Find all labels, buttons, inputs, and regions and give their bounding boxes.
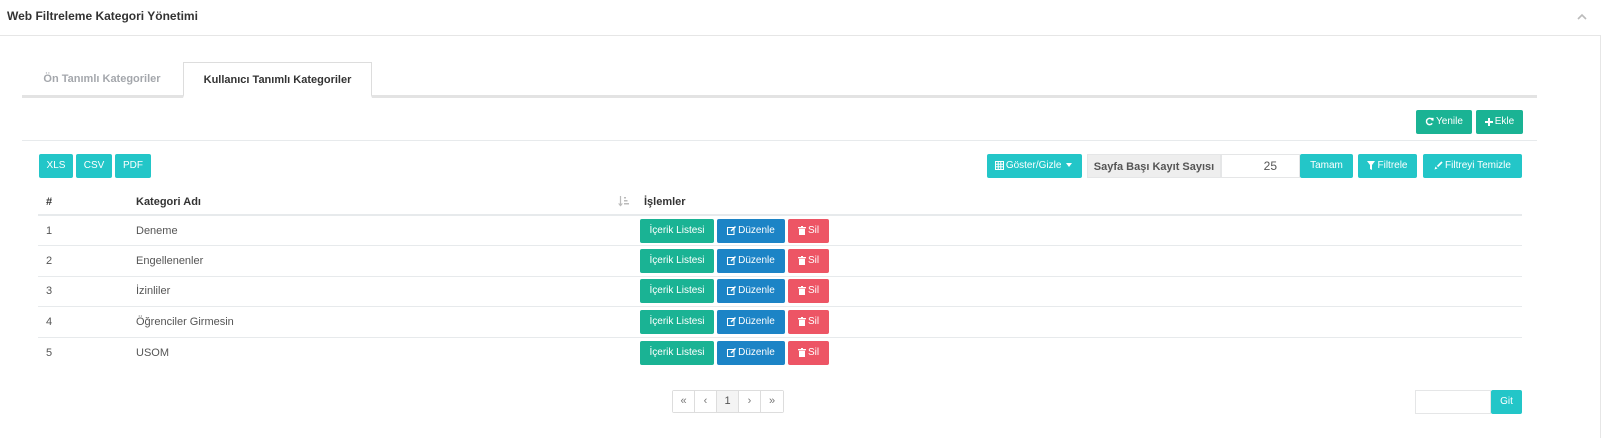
- export-xls-button[interactable]: XLS: [39, 154, 73, 178]
- row-actions: İçerik Listesi Düzenle Sil: [636, 275, 1522, 307]
- delete-label: Sil: [807, 285, 820, 297]
- caret-down-icon: [1066, 163, 1073, 167]
- delete-button[interactable]: Sil: [788, 340, 829, 365]
- edit-icon: [727, 225, 737, 235]
- clear-filter-label: Filtreyi Temizle: [1445, 160, 1511, 171]
- edit-label: Düzenle: [738, 315, 775, 327]
- row-category-name: USOM: [128, 336, 636, 368]
- row-actions: İçerik Listesi Düzenle Sil: [636, 215, 1522, 246]
- table-row: 3 İzinliler İçerik Listesi Düzenle Sil: [38, 275, 1522, 307]
- edit-button[interactable]: Düzenle: [717, 309, 785, 334]
- add-label: Ekle: [1494, 116, 1515, 127]
- content-list-button[interactable]: İçerik Listesi: [640, 340, 714, 365]
- tab-bar: Ön Tanımlı Kategoriler Kullanıcı Tanımlı…: [22, 62, 1537, 98]
- clear-filter-button[interactable]: Filtreyi Temizle: [1423, 154, 1522, 178]
- table-row: 2 Engellenenler İçerik Listesi Düzenle Sil: [38, 245, 1522, 276]
- page-size-input[interactable]: [1221, 154, 1300, 178]
- content-list-button[interactable]: İçerik Listesi: [640, 309, 714, 334]
- category-name-header-label: Kategori Adı: [136, 196, 201, 208]
- chevron-up-icon[interactable]: [1575, 10, 1589, 24]
- plus-icon: [1484, 118, 1493, 126]
- content-list-button[interactable]: İçerik Listesi: [640, 279, 714, 304]
- page-size-label: Sayfa Başı Kayıt Sayısı: [1087, 154, 1221, 178]
- edit-icon: [727, 286, 737, 296]
- add-button[interactable]: Ekle: [1476, 110, 1523, 134]
- brush-icon: [1434, 161, 1443, 170]
- refresh-icon: [1425, 117, 1434, 126]
- row-actions: İçerik Listesi Düzenle Sil: [636, 336, 1522, 368]
- trash-icon: [797, 347, 806, 357]
- row-actions: İçerik Listesi Düzenle Sil: [636, 306, 1522, 337]
- column-header-number[interactable]: #: [38, 190, 128, 216]
- refresh-button[interactable]: Yenile: [1416, 110, 1472, 134]
- row-number: 5: [38, 336, 128, 368]
- row-category-name: Engellenenler: [128, 245, 636, 276]
- filter-icon: [1367, 161, 1376, 170]
- sort-icon[interactable]: [618, 196, 630, 207]
- trash-icon: [797, 316, 806, 326]
- column-header-actions: İşlemler: [636, 190, 1522, 216]
- edit-label: Düzenle: [738, 285, 775, 297]
- edit-label: Düzenle: [738, 224, 775, 236]
- tab-predefined-categories[interactable]: Ön Tanımlı Kategoriler: [22, 62, 182, 97]
- edit-button[interactable]: Düzenle: [717, 279, 785, 304]
- delete-label: Sil: [807, 224, 820, 236]
- toolbar-divider: [22, 140, 1537, 141]
- row-category-name: Öğrenciler Girmesin: [128, 306, 636, 337]
- previous-page-button[interactable]: ‹: [695, 391, 717, 412]
- table-row: 5 USOM İçerik Listesi Düzenle Sil: [38, 336, 1522, 368]
- export-pdf-button[interactable]: PDF: [115, 154, 151, 178]
- content-list-button[interactable]: İçerik Listesi: [640, 248, 714, 273]
- columns-label: Göster/Gizle: [1005, 160, 1062, 171]
- row-number: 1: [46, 224, 53, 237]
- trash-icon: [797, 225, 806, 235]
- content-list-button[interactable]: İçerik Listesi: [640, 218, 714, 243]
- row-number: 4: [38, 306, 128, 337]
- edit-button[interactable]: Düzenle: [717, 340, 785, 365]
- row-actions: İçerik Listesi Düzenle Sil: [636, 245, 1522, 276]
- pagination: « ‹ 1 › »: [672, 390, 784, 413]
- trash-icon: [797, 286, 806, 296]
- column-visibility-dropdown[interactable]: Göster/Gizle: [987, 154, 1082, 178]
- column-header-category-name[interactable]: Kategori Adı: [128, 190, 636, 216]
- delete-label: Sil: [807, 254, 820, 266]
- refresh-label: Yenile: [1436, 116, 1463, 127]
- delete-button[interactable]: Sil: [788, 309, 829, 334]
- delete-label: Sil: [807, 315, 820, 327]
- panel-header: Web Filtreleme Kategori Yönetimi: [0, 0, 1601, 36]
- last-page-button[interactable]: »: [761, 391, 783, 412]
- edit-button[interactable]: Düzenle: [717, 218, 785, 243]
- table-header-row: # Kategori Adı İşlemler: [38, 190, 1522, 216]
- table-row: 1 Deneme İçerik Listesi Düzenle Sil: [38, 215, 1522, 246]
- export-csv-button[interactable]: CSV: [76, 154, 112, 178]
- page-size-ok-button[interactable]: Tamam: [1300, 154, 1353, 178]
- row-number: 3: [38, 275, 128, 307]
- goto-page-button[interactable]: Git: [1491, 390, 1522, 414]
- delete-button[interactable]: Sil: [788, 248, 829, 273]
- trash-icon: [797, 255, 806, 265]
- row-number: 2: [38, 245, 128, 276]
- edit-button[interactable]: Düzenle: [717, 248, 785, 273]
- delete-label: Sil: [807, 346, 820, 358]
- filter-label: Filtrele: [1377, 160, 1408, 171]
- current-page-button[interactable]: 1: [717, 391, 739, 412]
- tab-user-defined-categories[interactable]: Kullanıcı Tanımlı Kategoriler: [183, 62, 372, 98]
- edit-label: Düzenle: [738, 254, 775, 266]
- categories-table: # Kategori Adı İşlemler 1 Deneme İçerik …: [38, 190, 1522, 368]
- row-category-name: İzinliler: [128, 275, 636, 307]
- delete-button[interactable]: Sil: [788, 218, 829, 243]
- edit-icon: [727, 347, 737, 357]
- edit-icon: [727, 316, 737, 326]
- goto-page-input[interactable]: [1415, 390, 1491, 414]
- columns-icon: [994, 161, 1004, 170]
- edit-icon: [727, 255, 737, 265]
- row-category-name: Deneme: [136, 224, 178, 237]
- first-page-button[interactable]: «: [673, 391, 695, 412]
- table-row: 4 Öğrenciler Girmesin İçerik Listesi Düze…: [38, 306, 1522, 337]
- filter-button[interactable]: Filtrele: [1358, 154, 1417, 178]
- panel-title: Web Filtreleme Kategori Yönetimi: [7, 9, 198, 23]
- edit-label: Düzenle: [738, 346, 775, 358]
- delete-button[interactable]: Sil: [788, 279, 829, 304]
- next-page-button[interactable]: ›: [739, 391, 761, 412]
